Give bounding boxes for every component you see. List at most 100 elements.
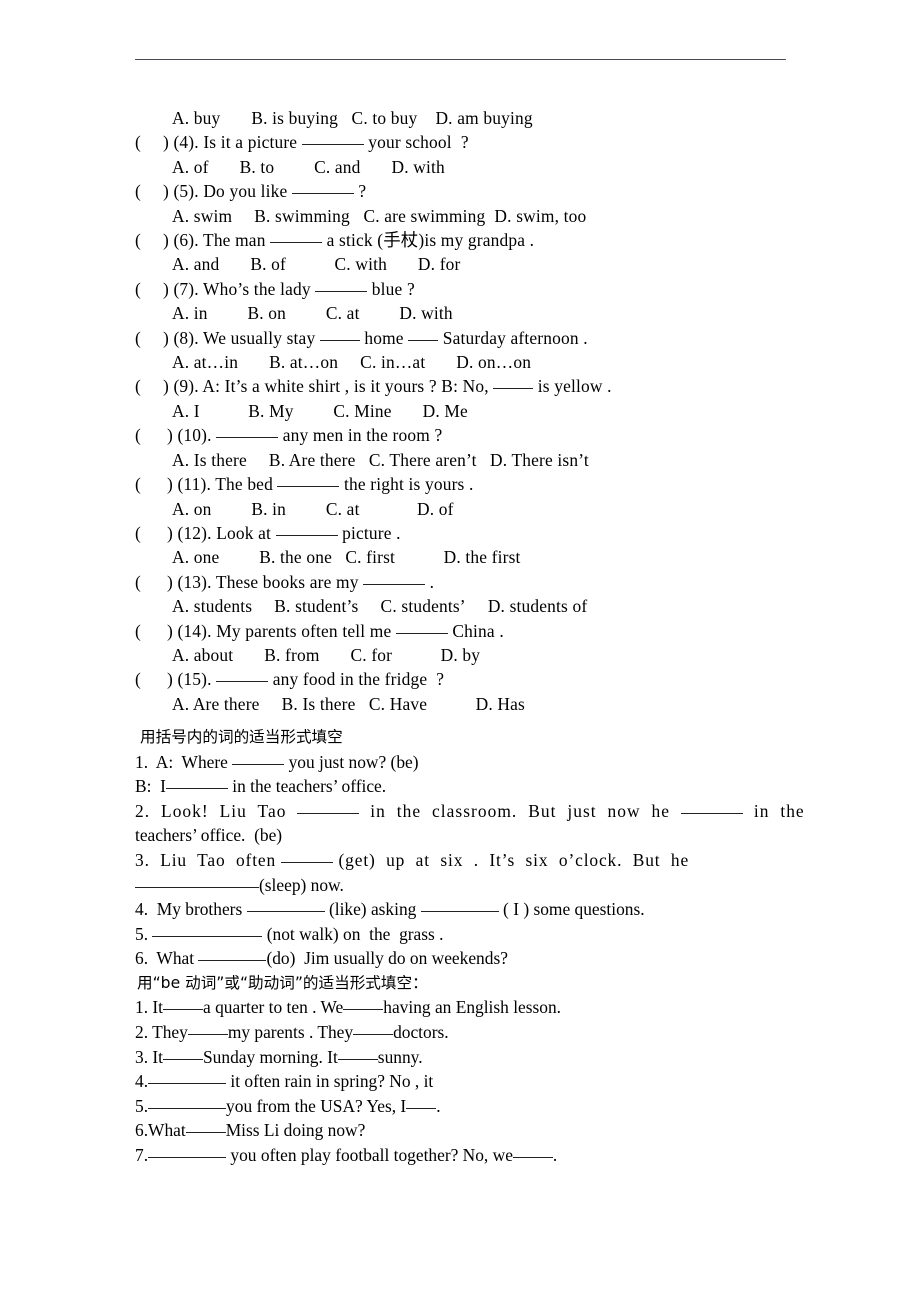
answer-blank[interactable] <box>135 886 259 888</box>
mc-stem-15: () (15). any food in the fridge ? <box>135 667 786 691</box>
answer-blank[interactable] <box>493 388 534 390</box>
answer-blank[interactable] <box>163 1058 204 1060</box>
fill-text: having an English lesson. <box>383 997 562 1018</box>
answer-blank[interactable] <box>148 1156 227 1158</box>
mc-options-8[interactable]: A. at…in B. at…on C. in…at D. on…on <box>135 350 786 374</box>
section-heading-bracket-form: 用括号内的词的适当形式填空 <box>140 728 343 747</box>
checkbox-paren-open[interactable]: ( <box>135 523 141 543</box>
mc-options-5[interactable]: A. swim B. swimming C. are swimming D. s… <box>135 204 786 228</box>
answer-blank[interactable] <box>275 534 338 536</box>
mc-options-13[interactable]: A. students B. student’s C. students’ D.… <box>135 594 786 618</box>
checkbox-paren-close: ) <box>166 474 173 495</box>
be-item-3: 3. It Sunday morning. It sunny. <box>135 1045 786 1070</box>
fill-text: my parents . They <box>227 1021 354 1042</box>
fill-text: in the teachers’ office. <box>227 776 387 797</box>
mc-options-12[interactable]: A. one B. the one C. first D. the first <box>135 545 786 569</box>
answer-blank[interactable] <box>185 1132 226 1134</box>
answer-blank[interactable] <box>512 1156 553 1158</box>
answer-blank[interactable] <box>301 144 364 146</box>
answer-blank[interactable] <box>680 812 743 814</box>
checkbox-paren-open[interactable]: ( <box>135 572 141 592</box>
mc-stem-10: () (10). any men in the room ? <box>135 423 786 447</box>
checkbox-paren-open[interactable]: ( <box>135 669 141 689</box>
checkbox-paren-open[interactable]: ( <box>135 279 141 299</box>
mc-number-13: (13). <box>177 571 212 592</box>
checkbox-paren-close: ) <box>166 571 173 592</box>
fill-text: 3. Liu Tao often <box>135 849 282 870</box>
fill-text: it often rain in spring? No , it <box>226 1071 434 1092</box>
answer-blank[interactable] <box>152 935 263 937</box>
mc-number-15: (15). <box>177 669 212 690</box>
mc-options-11[interactable]: A. on B. in C. at D. of <box>135 497 786 521</box>
answer-blank[interactable] <box>297 812 360 814</box>
answer-blank[interactable] <box>281 861 334 863</box>
checkbox-paren-open[interactable]: ( <box>135 181 141 201</box>
answer-blank[interactable] <box>277 486 340 488</box>
answer-blank[interactable] <box>363 583 426 585</box>
answer-blank[interactable] <box>315 290 368 292</box>
checkbox-paren-open[interactable]: ( <box>135 376 141 396</box>
answer-blank[interactable] <box>343 1009 384 1011</box>
mc-number-9: (9). <box>173 376 199 397</box>
fill-text: you often play football together? No, we <box>226 1144 513 1165</box>
mc-stem-text-8c: Saturday afternoon . <box>438 327 588 348</box>
checkbox-paren-open[interactable]: ( <box>135 621 141 641</box>
fill-text: teachers’ office. (be) <box>135 825 283 846</box>
mc-options-7[interactable]: A. in B. on C. at D. with <box>135 301 786 325</box>
fill-text: you from the USA? Yes, I <box>226 1095 407 1116</box>
section-heading-be-aux: 用“be 动词”或“助动词”的适当形式填空： <box>137 973 428 992</box>
mc-number-5: (5). <box>173 181 199 202</box>
answer-blank[interactable] <box>148 1107 227 1109</box>
be-item-4: 4. it often rain in spring? No , it <box>135 1069 786 1094</box>
mc-options-6[interactable]: A. and B. of C. with D. for <box>135 252 786 276</box>
checkbox-paren-open[interactable]: ( <box>135 425 141 445</box>
worksheet-page: A. buy B. is buying C. to buy D. am buyi… <box>0 0 920 1302</box>
fill-text: doctors. <box>393 1021 449 1042</box>
fill-text: Sunday morning. It <box>203 1046 338 1067</box>
answer-blank[interactable] <box>187 1033 228 1035</box>
mc-stem-text-9a: A: It’s a white shirt , is it yours ? B:… <box>202 376 494 397</box>
fill-text: in the <box>742 800 805 821</box>
mc-number-6: (6). <box>173 230 199 251</box>
mc-options-4[interactable]: A. of B. to C. and D. with <box>135 155 786 179</box>
checkbox-paren-open[interactable]: ( <box>135 230 141 250</box>
fill-text: 5. <box>135 1095 149 1116</box>
fill-text: 1. A: Where <box>135 751 233 772</box>
answer-blank[interactable] <box>291 193 354 195</box>
mc-stem-text-14a: My parents often tell me <box>216 620 396 641</box>
header-horizontal-rule <box>135 59 786 60</box>
answer-blank[interactable] <box>216 681 269 683</box>
checkbox-paren-open[interactable]: ( <box>135 474 141 494</box>
mc-options-15[interactable]: A. Are there B. Is there C. Have D. Has <box>135 692 786 716</box>
checkbox-paren-open[interactable]: ( <box>135 328 141 348</box>
fill-text: sunny. <box>377 1046 423 1067</box>
answer-blank[interactable] <box>246 911 325 913</box>
answer-blank[interactable] <box>165 788 228 790</box>
answer-blank[interactable] <box>148 1083 227 1085</box>
fill-text: 6. What <box>135 948 199 969</box>
answer-blank[interactable] <box>270 242 323 244</box>
answer-blank[interactable] <box>163 1009 204 1011</box>
mc-number-11: (11). <box>177 474 212 495</box>
answer-blank[interactable] <box>198 960 267 962</box>
mc-options-10[interactable]: A. Is there B. Are there C. There aren’t… <box>135 448 786 472</box>
mc-stem-text-12b: picture . <box>337 522 401 543</box>
answer-blank[interactable] <box>420 911 499 913</box>
answer-blank[interactable] <box>395 632 448 634</box>
mc-stem-text-11a: The bed <box>215 474 278 495</box>
answer-blank[interactable] <box>406 1107 437 1109</box>
answer-blank[interactable] <box>337 1058 378 1060</box>
mc-options-14[interactable]: A. about B. from C. for D. by <box>135 643 786 667</box>
answer-blank[interactable] <box>319 339 360 341</box>
answer-blank[interactable] <box>353 1033 394 1035</box>
answer-blank[interactable] <box>232 763 285 765</box>
fill-item-4: 4. My brothers (like) asking ( I ) some … <box>135 897 786 922</box>
orphan-options-line: A. buy B. is buying C. to buy D. am buyi… <box>172 108 533 128</box>
mc-stem-text-5a: Do you like <box>203 181 292 202</box>
mc-stem-text-13b: . <box>425 571 435 592</box>
checkbox-paren-open[interactable]: ( <box>135 132 141 152</box>
answer-blank[interactable] <box>408 339 439 341</box>
answer-blank[interactable] <box>216 437 279 439</box>
mc-options-9[interactable]: A. I B. My C. Mine D. Me <box>135 399 786 423</box>
mc-stem-text-10: any men in the room ? <box>278 425 443 446</box>
